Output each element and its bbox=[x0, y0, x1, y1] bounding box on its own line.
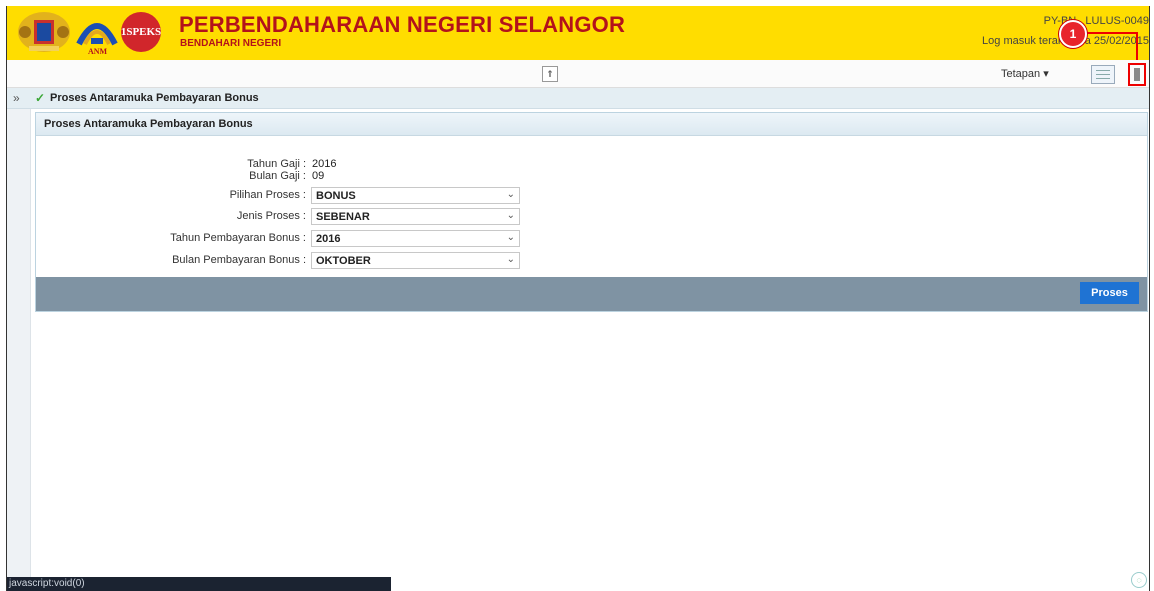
jenis-proses-label: Jenis Proses : bbox=[236, 210, 306, 222]
step-callout-badge: 1 bbox=[1059, 20, 1087, 48]
pilihan-proses-row: Pilihan Proses : bbox=[36, 187, 306, 203]
app-header: ANM 1SPEKS PERBENDAHARAAN NEGERI SELANGO… bbox=[7, 6, 1149, 60]
browser-status-bar: javascript:void(0) bbox=[7, 577, 391, 591]
anm-logo-text: ANM bbox=[88, 47, 108, 56]
app-subtitle: BENDAHARI NEGERI bbox=[180, 38, 282, 49]
toolbar: ⇑ Tetapan ▾ bbox=[7, 60, 1149, 88]
chevron-down-icon: ⌄ bbox=[506, 189, 515, 200]
bulan-pembayaran-row: Bulan Pembayaran Bonus : bbox=[36, 252, 306, 268]
breadcrumb: » ✓ Proses Antaramuka Pembayaran Bonus bbox=[7, 88, 1149, 109]
panel-title: Proses Antaramuka Pembayaran Bonus bbox=[44, 118, 253, 130]
collapse-header-button[interactable]: ⇑ bbox=[542, 66, 558, 82]
bulan-gaji-label: Bulan Gaji : bbox=[249, 170, 306, 182]
left-gutter bbox=[7, 109, 31, 591]
tahun-gaji-value: 2016 bbox=[312, 158, 337, 170]
bulan-pembayaran-label: Bulan Pembayaran Bonus : bbox=[172, 254, 306, 266]
bulan-pembayaran-value: OKTOBER bbox=[316, 255, 371, 267]
check-icon: ✓ bbox=[35, 91, 46, 105]
callout-connector-vertical bbox=[1136, 32, 1138, 62]
jenis-proses-select[interactable]: SEBENAR ⌄ bbox=[311, 208, 520, 225]
panel-header: Proses Antaramuka Pembayaran Bonus bbox=[36, 113, 1147, 136]
pilihan-proses-select[interactable]: BONUS ⌄ bbox=[311, 187, 520, 204]
tahun-pembayaran-select[interactable]: 2016 ⌄ bbox=[311, 230, 520, 247]
bulan-gaji-row: Bulan Gaji : bbox=[36, 168, 306, 184]
jenis-proses-row: Jenis Proses : bbox=[36, 208, 306, 224]
jenis-proses-value: SEBENAR bbox=[316, 211, 370, 223]
anm-logo-icon: ANM bbox=[76, 23, 118, 56]
logout-icon[interactable] bbox=[1128, 63, 1146, 86]
proses-button[interactable]: Proses bbox=[1080, 282, 1139, 304]
app-title: PERBENDAHARAAN NEGERI SELANGOR bbox=[179, 12, 626, 37]
bulan-pembayaran-select[interactable]: OKTOBER ⌄ bbox=[311, 252, 520, 269]
chevron-down-icon: ⌄ bbox=[506, 232, 515, 243]
page-title: Proses Antaramuka Pembayaran Bonus bbox=[50, 92, 259, 104]
form-footer-bar: Proses bbox=[36, 277, 1147, 311]
user-id: PY-BN . LULUS-0049 bbox=[1043, 15, 1149, 27]
tahun-pembayaran-row: Tahun Pembayaran Bonus : bbox=[36, 230, 306, 246]
chevron-down-icon: ⌄ bbox=[506, 210, 515, 221]
settings-menu[interactable]: Tetapan ▾ bbox=[1001, 67, 1049, 80]
tahun-pembayaran-value: 2016 bbox=[316, 233, 341, 245]
coat-of-arms-icon bbox=[18, 12, 70, 52]
tahun-pembayaran-label: Tahun Pembayaran Bonus : bbox=[170, 232, 306, 244]
list-view-icon[interactable] bbox=[1091, 65, 1115, 84]
expand-menu-icon[interactable]: » bbox=[13, 91, 20, 105]
form-panel: Proses Antaramuka Pembayaran Bonus Tahun… bbox=[35, 112, 1148, 312]
callout-connector bbox=[1084, 32, 1138, 34]
help-icon[interactable]: ◌ bbox=[1131, 572, 1147, 588]
chevron-down-icon: ⌄ bbox=[506, 254, 515, 265]
bulan-gaji-value: 09 bbox=[312, 170, 325, 182]
pilihan-proses-value: BONUS bbox=[316, 190, 356, 202]
pilihan-proses-label: Pilihan Proses : bbox=[229, 189, 306, 201]
app-window: ANM 1SPEKS PERBENDAHARAAN NEGERI SELANGO… bbox=[6, 6, 1150, 591]
1speks-logo: 1SPEKS bbox=[121, 12, 161, 52]
